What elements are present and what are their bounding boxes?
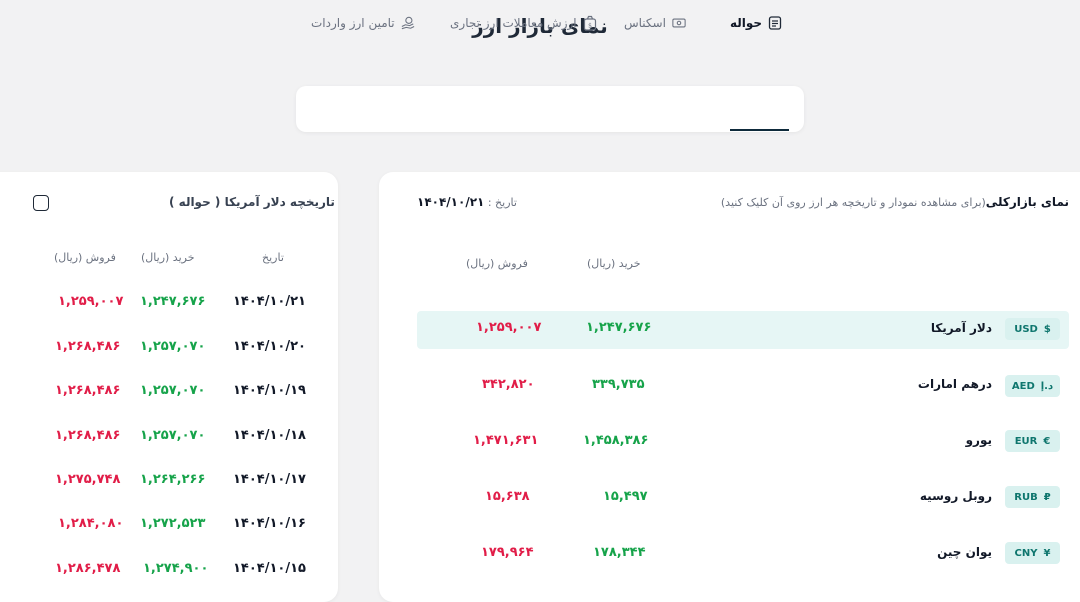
currency-name: یوان چین (937, 545, 992, 559)
market-subtitle: (برای مشاهده نمودار و تاریخچه هر ارز روی… (720, 196, 986, 209)
tab-trade-value[interactable]: $ ارزش معاملات ارز تجاری (450, 0, 597, 46)
history-col-buy: خرید (ریال) (141, 251, 195, 264)
currency-code: USD (1014, 323, 1038, 335)
buy-price: ۱۷۸,۳۴۴ (593, 545, 646, 560)
history-buy: ۱,۲۵۷,۰۷۰ (140, 339, 206, 354)
history-checkbox[interactable] (33, 195, 49, 211)
currency-name: روبل روسیه (919, 489, 992, 503)
history-col-date: تاریخ (262, 251, 284, 264)
currency-badge: AED د.إ (1005, 375, 1060, 397)
currency-code: EUR (1014, 435, 1038, 447)
buy-price: ۱,۴۵۸,۳۸۶ (583, 433, 649, 448)
history-sell: ۱,۲۷۵,۷۴۸ (55, 472, 121, 487)
buy-price: ۱۵,۴۹۷ (603, 489, 648, 504)
currency-code: RUB (1014, 491, 1038, 503)
buy-price: ۱,۲۴۷,۶۷۶ (586, 320, 652, 335)
date-value: ۱۴۰۴/۱۰/۲۱ (417, 195, 485, 209)
ruble-icon: ₽ (1043, 491, 1051, 503)
history-sell: ۱,۲۵۹,۰۰۷ (58, 294, 124, 309)
dirham-icon: د.إ (1040, 380, 1054, 392)
sell-price: ۱,۲۵۹,۰۰۷ (476, 320, 542, 335)
currency-badge: USD $ (1005, 318, 1060, 340)
tab-import-supply[interactable]: تامین ارز واردات (311, 0, 415, 46)
history-date: ۱۴۰۴/۱۰/۲۱ (233, 294, 306, 309)
history-date: ۱۴۰۴/۱۰/۱۷ (233, 472, 306, 487)
document-icon (768, 16, 782, 30)
history-sell: ۱,۲۸۴,۰۸۰ (58, 516, 124, 531)
currency-code: CNY (1014, 547, 1038, 559)
hand-coin-icon (401, 16, 415, 30)
currency-badge: CNY ¥ (1005, 542, 1060, 564)
tab-label: اسکناس (624, 16, 666, 30)
history-date: ۱۴۰۴/۱۰/۱۶ (233, 516, 306, 531)
money-bag-icon: $ (583, 15, 597, 31)
history-date: ۱۴۰۴/۱۰/۱۵ (233, 561, 306, 576)
sell-price: ۱۷۹,۹۶۴ (481, 545, 534, 560)
history-buy: ۱,۲۵۷,۰۷۰ (140, 383, 206, 398)
currency-code: AED (1011, 380, 1035, 392)
tab-eskenas[interactable]: اسکناس (624, 0, 686, 46)
date-label: تاریخ : (487, 196, 517, 209)
currency-name: دلار آمریکا (930, 321, 992, 335)
history-date: ۱۴۰۴/۱۰/۲۰ (233, 339, 306, 354)
tab-label: تامین ارز واردات (311, 16, 395, 30)
history-buy: ۱,۲۷۲,۵۲۳ (140, 516, 206, 531)
history-date: ۱۴۰۴/۱۰/۱۸ (233, 428, 306, 443)
sell-price: ۳۴۲,۸۲۰ (482, 377, 535, 392)
market-col-buy: خرید (ریال) (587, 257, 641, 270)
history-buy: ۱,۲۴۷,۶۷۶ (140, 294, 206, 309)
history-buy: ۱,۲۵۷,۰۷۰ (140, 428, 206, 443)
svg-text:$: $ (588, 23, 592, 30)
market-date: تاریخ : ۱۴۰۴/۱۰/۲۱ (417, 195, 517, 209)
history-buy: ۱,۲۷۴,۹۰۰ (143, 561, 209, 576)
currency-badge: RUB ₽ (1005, 486, 1060, 508)
history-sell: ۱,۲۶۸,۴۸۶ (55, 339, 121, 354)
history-sell: ۱,۲۶۸,۴۸۶ (55, 428, 121, 443)
currency-name: یورو (965, 433, 992, 447)
dollar-icon: $ (1043, 323, 1051, 335)
tab-havale[interactable]: حواله (730, 0, 782, 46)
history-buy: ۱,۲۶۴,۲۶۶ (140, 472, 206, 487)
sell-price: ۱۵,۶۳۸ (485, 489, 530, 504)
yuan-icon: ¥ (1043, 547, 1051, 559)
market-col-sell: فروش (ریال) (466, 257, 528, 270)
euro-icon: € (1043, 435, 1051, 447)
buy-price: ۳۳۹,۷۳۵ (592, 377, 645, 392)
currency-name: درهم امارات (917, 377, 992, 391)
history-title: تاریخچه دلار آمریکا ( حواله ) (169, 195, 335, 209)
history-sell: ۱,۲۸۶,۴۷۸ (55, 561, 121, 576)
history-col-sell: فروش (ریال) (54, 251, 116, 264)
sell-price: ۱,۴۷۱,۶۳۱ (473, 433, 539, 448)
tab-label: حواله (730, 16, 763, 30)
currency-badge: EUR € (1005, 430, 1060, 452)
market-header: نمای بازارکلی(برای مشاهده نمودار و تاریخ… (721, 195, 1069, 209)
tab-bar (296, 86, 804, 132)
history-date: ۱۴۰۴/۱۰/۱۹ (233, 383, 306, 398)
active-tab-indicator (730, 129, 789, 131)
banknote-icon (672, 16, 686, 30)
history-sell: ۱,۲۶۸,۴۸۶ (55, 383, 121, 398)
market-title: نمای بازارکلی (985, 195, 1069, 209)
tab-label: ارزش معاملات ارز تجاری (450, 16, 577, 30)
